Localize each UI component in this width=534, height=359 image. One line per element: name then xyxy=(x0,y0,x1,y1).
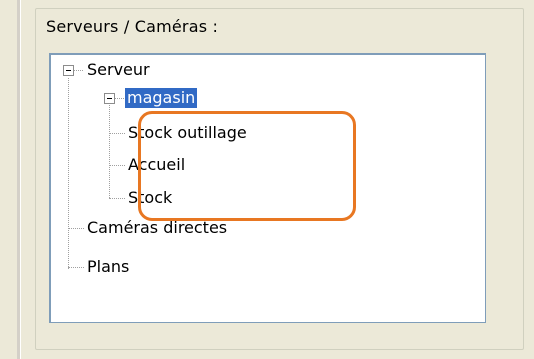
tree-line-accueil xyxy=(109,165,125,167)
tree-item-magasin[interactable]: magasin xyxy=(125,88,198,108)
annotation-highlight xyxy=(138,111,356,221)
tree-line-root xyxy=(68,78,70,269)
tree-line-cameras-directes xyxy=(68,228,84,230)
collapse-root-icon[interactable] xyxy=(63,65,74,76)
tree-item-plans[interactable]: Plans xyxy=(87,257,129,277)
group-label: Serveurs / Caméras : xyxy=(46,17,219,36)
collapse-server-icon[interactable] xyxy=(104,93,115,104)
tree-line-server-h xyxy=(115,98,124,100)
tree-line-stock-outillage xyxy=(109,133,125,135)
tree-item-serveur[interactable]: Serveur xyxy=(87,60,150,80)
tree-line-server xyxy=(109,105,111,198)
tree-line-root-h xyxy=(74,70,83,72)
tree-item-cameras-directes[interactable]: Caméras directes xyxy=(87,218,227,238)
window-divider xyxy=(17,0,21,359)
tree-line-stock xyxy=(109,198,125,200)
tree-line-plans xyxy=(68,267,84,269)
